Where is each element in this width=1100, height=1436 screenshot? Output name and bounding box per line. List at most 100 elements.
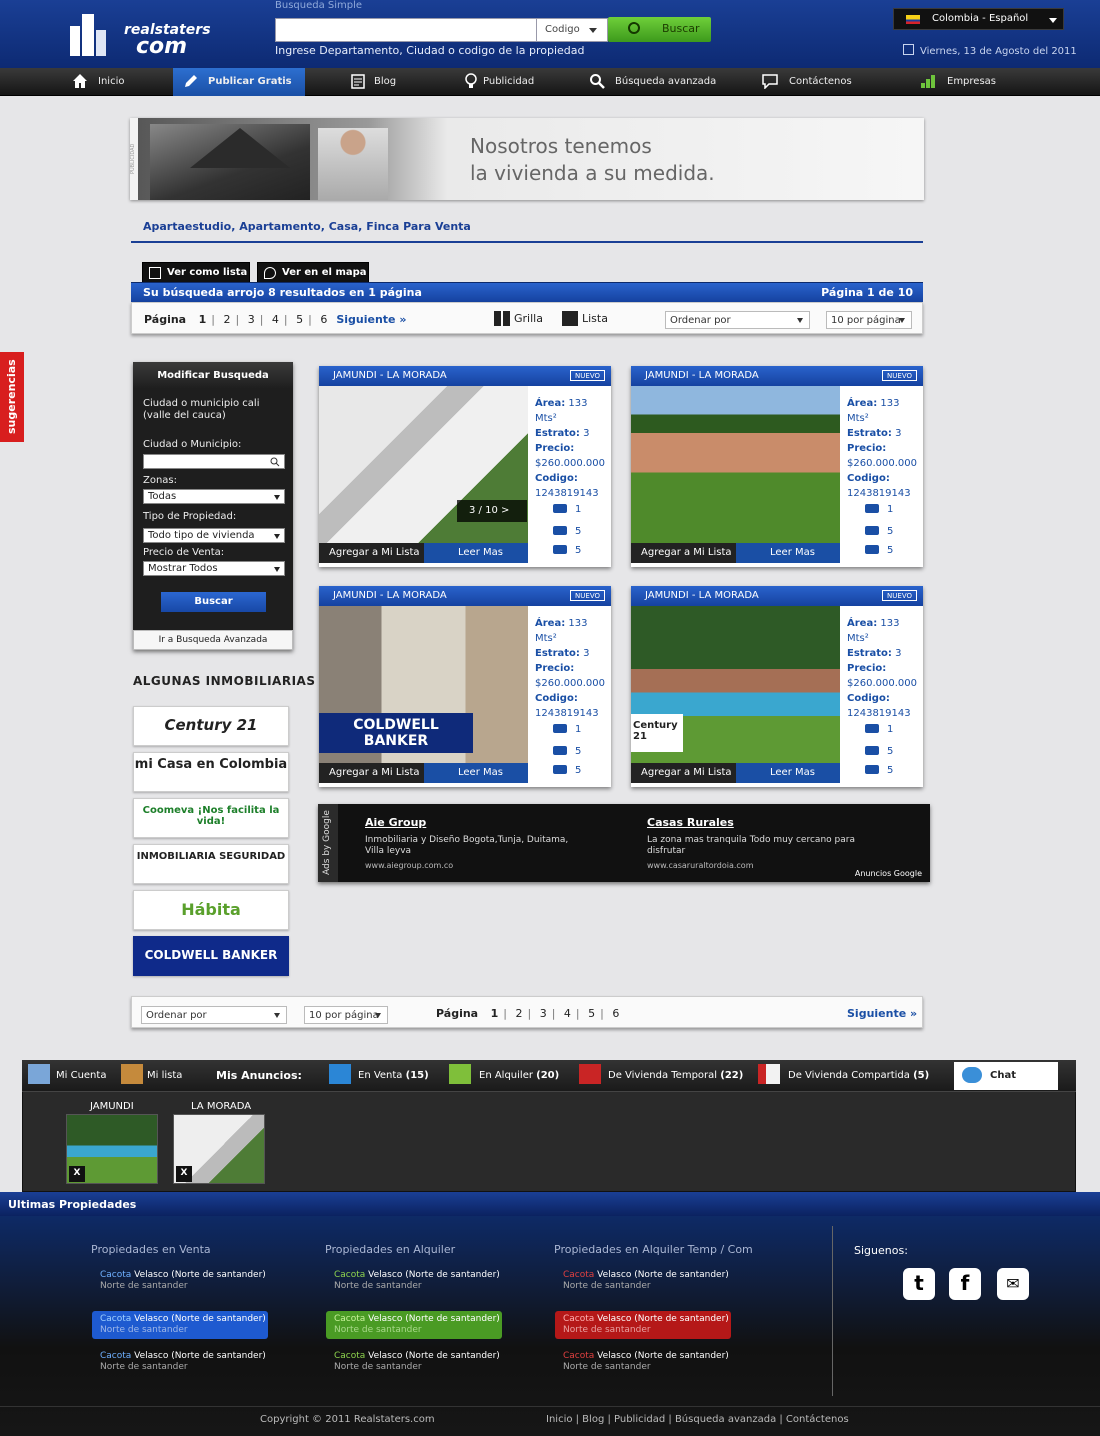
footer-links[interactable]: Inicio | Blog | Publicidad | Búsqueda av…	[546, 1414, 849, 1425]
agency-logo-habita[interactable]: Hábita	[133, 890, 289, 930]
ads-shared-link[interactable]: De Vivienda Compartida (5)	[758, 1064, 929, 1084]
footer-property-link[interactable]: Cacota Velasco (Norte de santander) Norte…	[555, 1348, 731, 1376]
agency-logo-coldwell[interactable]: COLDWELL BANKER	[133, 936, 289, 976]
tab-list-view[interactable]: Ver como lista	[142, 262, 250, 283]
facebook-icon[interactable]: f	[949, 1268, 981, 1300]
tab-label: Ver como lista	[167, 267, 248, 278]
amenity-value: 5	[575, 545, 582, 556]
agency-logo-seguridad[interactable]: INMOBILIARIA SEGURIDAD	[133, 844, 289, 884]
add-to-list-button[interactable]: Agregar a Mi Lista	[319, 543, 424, 563]
per-page-select[interactable]: 10 por página	[826, 311, 912, 329]
ads-temporary-link[interactable]: De Vivienda Temporal (22)	[579, 1064, 743, 1084]
footer-property-link[interactable]: Cacota Velasco (Norte de santander) Norte…	[326, 1267, 502, 1295]
order-select[interactable]: Ordenar por	[665, 311, 810, 329]
page-link[interactable]: 4	[272, 313, 279, 326]
next-page-link[interactable]: Siguiente »	[847, 1007, 917, 1020]
read-more-button[interactable]: Leer Mas	[424, 763, 528, 783]
banner-line-2: la vivienda a su medida.	[470, 161, 715, 185]
location: Velasco (Norte de santander)	[594, 1270, 729, 1280]
zones-select[interactable]: Todas	[143, 489, 285, 504]
page-link[interactable]: 5	[588, 1007, 595, 1020]
listing-title[interactable]: JAMUNDI - LA MORADA	[631, 366, 923, 386]
page-link[interactable]: 4	[564, 1007, 571, 1020]
city-input[interactable]	[143, 454, 285, 469]
ads-for-rent-link[interactable]: En Alquiler (20)	[449, 1064, 559, 1084]
footer-property-link[interactable]: Cacota Velasco (Norte de santander) Norte…	[326, 1348, 502, 1376]
page-link[interactable]: 3	[248, 313, 255, 326]
add-to-list-button[interactable]: Agregar a Mi Lista	[631, 763, 736, 783]
add-to-list-button[interactable]: Agregar a Mi Lista	[631, 543, 736, 563]
nav-item-publicar-gratis[interactable]: Publicar Gratis	[173, 68, 305, 96]
listing-title[interactable]: JAMUNDI - LA MORADA	[631, 586, 923, 606]
read-more-button[interactable]: Leer Mas	[736, 543, 840, 563]
ad-banner[interactable]: PUBLICIDAD Nosotros tenemos la vivienda …	[130, 118, 924, 200]
city: Cacota	[100, 1270, 132, 1280]
page-link[interactable]: 5	[296, 313, 303, 326]
nav-item-publicidad[interactable]: Publicidad	[463, 68, 534, 96]
advanced-search-link[interactable]: Ir a Busqueda Avanzada	[133, 630, 293, 650]
next-page-link[interactable]: Siguiente »	[336, 313, 406, 326]
page-link[interactable]: 2	[515, 1007, 522, 1020]
google-ads-label[interactable]: Anuncios Google	[855, 869, 922, 878]
add-to-list-button[interactable]: Agregar a Mi Lista	[319, 763, 424, 783]
footer-property-link[interactable]: Cacota Velasco (Norte de santander) Norte…	[92, 1348, 268, 1376]
per-page-select[interactable]: 10 por página	[304, 1006, 388, 1024]
blog-icon	[351, 74, 365, 89]
search-button[interactable]: Buscar	[608, 17, 711, 42]
ad-url[interactable]: www.casaruraltordoia.com	[647, 861, 754, 870]
email-icon[interactable]: ✉	[997, 1268, 1029, 1300]
page-link[interactable]: 6	[320, 313, 327, 326]
footer-property-link[interactable]: Cacota Velasco (Norte de santander) Norte…	[92, 1311, 268, 1339]
chat-button[interactable]: Chat	[954, 1062, 1058, 1090]
footer-property-link[interactable]: Cacota Velasco (Norte de santander) Norte…	[555, 1311, 731, 1339]
my-account-link[interactable]: Mi Cuenta	[28, 1064, 106, 1084]
suggestions-tab[interactable]: sugerencias	[0, 352, 24, 442]
ad-url[interactable]: www.aiegroup.com.co	[365, 861, 453, 870]
ad-title[interactable]: Aie Group	[365, 816, 426, 829]
nav-item-contactenos[interactable]: Contáctenos	[762, 68, 852, 96]
page-link[interactable]: 6	[612, 1007, 619, 1020]
site-logo[interactable]: realstaters com	[36, 8, 226, 60]
search-input[interactable]	[275, 18, 537, 42]
type-select[interactable]: Todo tipo de vivienda	[143, 528, 285, 543]
code-select[interactable]: Codigo	[536, 18, 608, 42]
modify-search-button[interactable]: Buscar	[161, 592, 266, 612]
agency-logo-century21[interactable]: Century 21	[133, 706, 289, 746]
read-more-button[interactable]: Leer Mas	[424, 543, 528, 563]
footer-property-link[interactable]: Cacota Velasco (Norte de santander) Norte…	[555, 1267, 731, 1295]
agency-name: COLDWELL BANKER	[144, 948, 278, 962]
language-select[interactable]: Colombia - Español	[893, 8, 1064, 30]
page-link[interactable]: 1	[199, 313, 207, 326]
footer-property-link[interactable]: Cacota Velasco (Norte de santander) Norte…	[326, 1311, 502, 1339]
price-select[interactable]: Mostrar Todos	[143, 561, 285, 576]
twitter-icon[interactable]: t	[903, 1268, 935, 1300]
remove-thumb-button[interactable]: X	[69, 1166, 85, 1182]
footer-property-link[interactable]: Cacota Velasco (Norte de santander) Norte…	[92, 1267, 268, 1295]
price-value: $260.000.000	[847, 458, 917, 469]
page-link[interactable]: 3	[540, 1007, 547, 1020]
my-list-link[interactable]: Mi lista	[121, 1064, 182, 1084]
ads-for-sale-link[interactable]: En Venta (15)	[329, 1064, 429, 1084]
listing-photo[interactable]	[631, 386, 840, 543]
grid-view-button[interactable]: Grilla	[494, 311, 543, 326]
chevron-down-icon	[274, 495, 280, 500]
list-icon	[149, 267, 161, 279]
remove-thumb-button[interactable]: X	[176, 1166, 192, 1182]
agency-logo-coomeva[interactable]: Coomeva ¡Nos facilita la vida!	[133, 798, 289, 838]
agency-logo-micasa[interactable]: mi Casa en Colombia	[133, 752, 289, 792]
tab-map-view[interactable]: Ver en el mapa	[257, 262, 369, 283]
listing-title[interactable]: JAMUNDI - LA MORADA	[319, 366, 611, 386]
century21-logo: Century 21	[631, 714, 683, 752]
order-select[interactable]: Ordenar por	[141, 1006, 287, 1024]
list-view-button[interactable]: Lista	[562, 311, 608, 326]
photo-counter[interactable]: 3 / 10 >	[457, 500, 527, 522]
page-link[interactable]: 2	[223, 313, 230, 326]
page-link[interactable]: 1	[491, 1007, 499, 1020]
listing-title[interactable]: JAMUNDI - LA MORADA	[319, 586, 611, 606]
nav-item-inicio[interactable]: Inicio	[72, 68, 124, 96]
nav-item-blog[interactable]: Blog	[350, 68, 396, 96]
read-more-button[interactable]: Leer Mas	[736, 763, 840, 783]
nav-item-busqueda-avanzada[interactable]: Búsqueda avanzada	[589, 68, 716, 96]
nav-item-empresas[interactable]: Empresas	[920, 68, 996, 96]
ad-title[interactable]: Casas Rurales	[647, 816, 734, 829]
